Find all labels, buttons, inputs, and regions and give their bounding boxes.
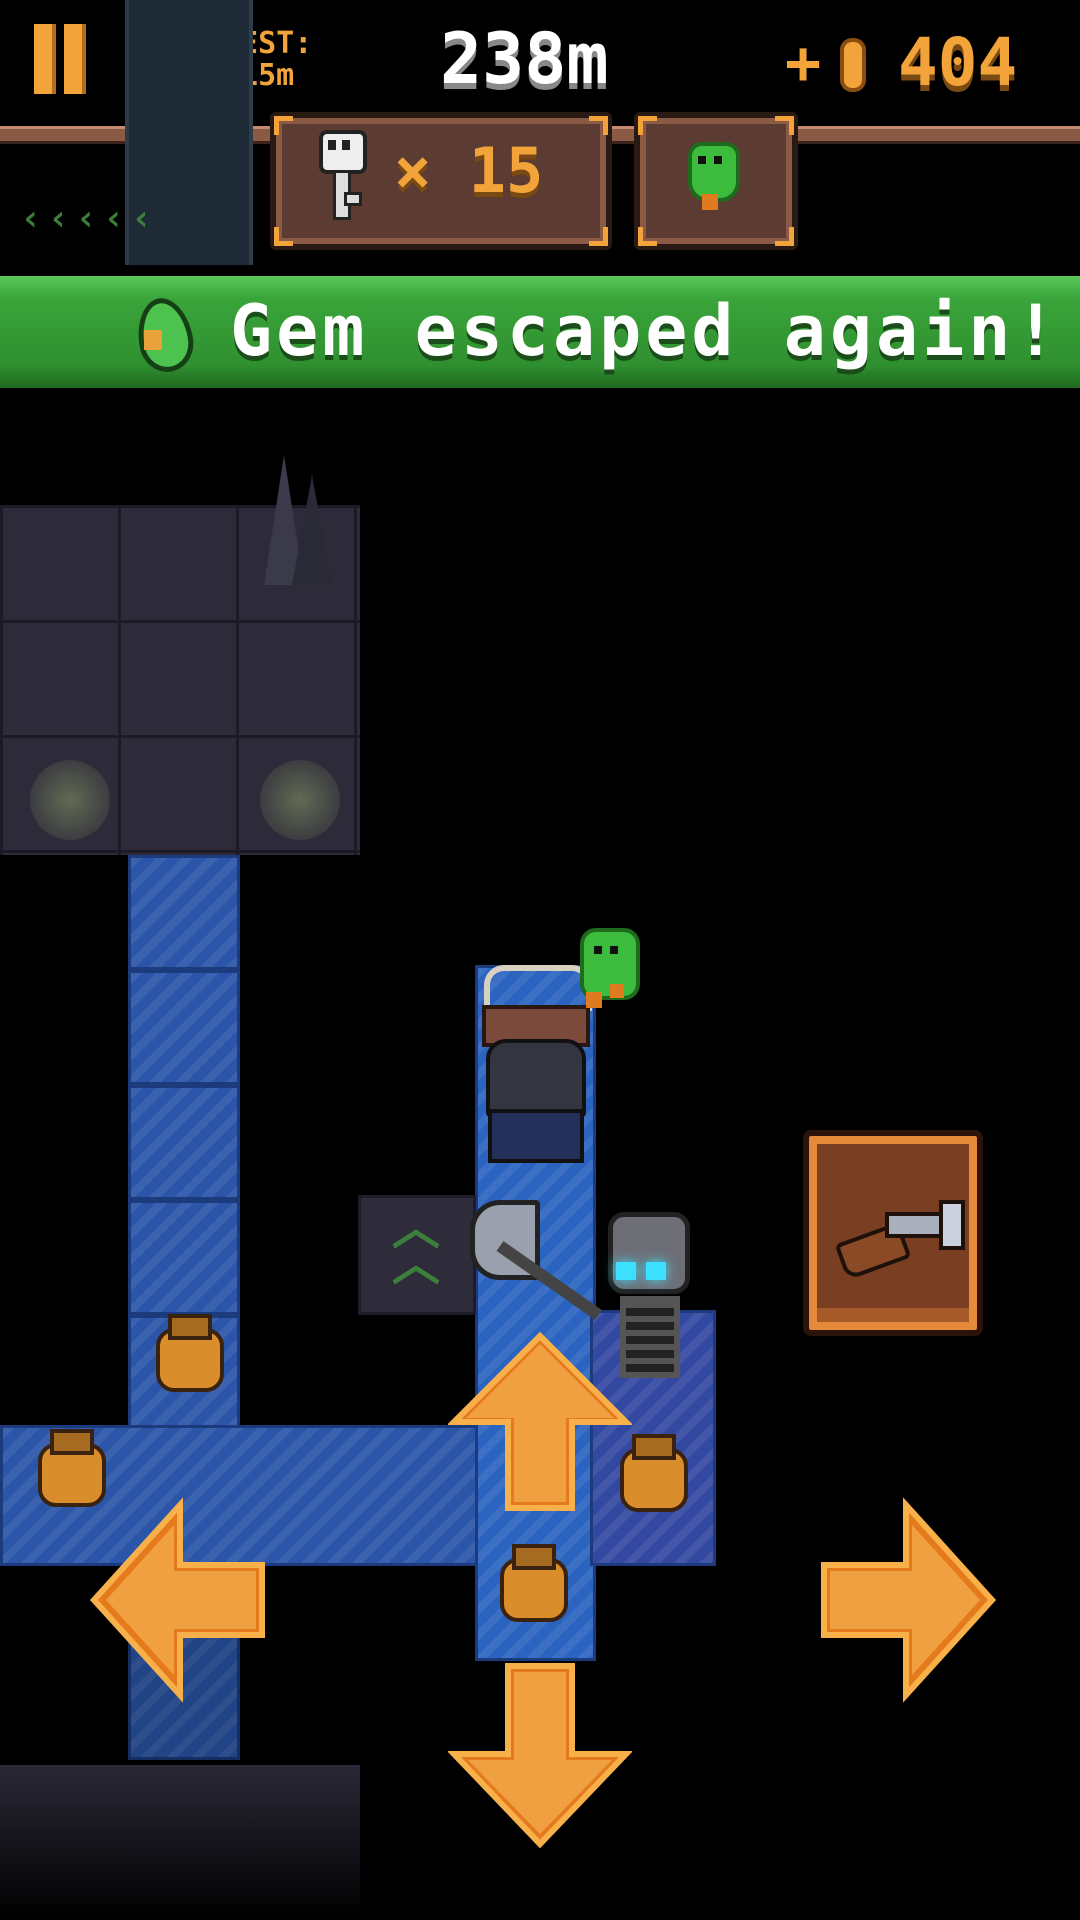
clay-pot	[490, 1540, 570, 1622]
clay-pot	[28, 1425, 108, 1507]
banner-text: Gem escaped again!	[230, 290, 1061, 372]
water-tile	[128, 970, 240, 1085]
skull-key-icon	[314, 130, 367, 220]
pause-icon	[30, 20, 90, 100]
move-up-button[interactable]	[446, 1330, 634, 1514]
key-counter-panel: × 15	[270, 112, 612, 250]
blunderbuss-icon	[834, 1196, 965, 1281]
key-multiplier: × 15	[394, 134, 544, 207]
arrow-right-icon	[821, 1497, 997, 1703]
clay-pot	[146, 1310, 226, 1392]
gem-creature-icon	[680, 132, 740, 216]
coins-prefix: +	[785, 28, 822, 98]
arrow-down-icon	[446, 1663, 634, 1849]
notification-banner: Gem escaped again!	[0, 276, 1080, 388]
water-tile	[128, 1200, 240, 1315]
distance-counter: 238m	[440, 18, 609, 100]
chevron-up-icon: ︿ ︿	[392, 1200, 441, 1292]
move-right-button[interactable]	[818, 1495, 998, 1705]
bottom-stone	[0, 1765, 360, 1920]
rope-right	[786, 126, 1080, 144]
water-tile	[128, 1085, 240, 1200]
axe-weapon	[470, 1200, 602, 1320]
coin-count: 404	[898, 24, 1018, 101]
arrow-up-icon	[446, 1331, 634, 1511]
escaped-gem-creature	[572, 918, 642, 1014]
direction-chevrons: ‹‹‹‹‹	[20, 198, 159, 239]
move-left-button[interactable]	[88, 1495, 268, 1705]
water-tile	[128, 855, 240, 970]
gem-target-panel	[634, 112, 798, 250]
gem-leaf-icon	[131, 290, 199, 377]
spike-trap	[252, 455, 352, 595]
coin-icon	[840, 38, 866, 92]
arrow-left-icon	[89, 1497, 265, 1703]
weapon-item-button[interactable]	[803, 1130, 983, 1336]
pause-button[interactable]	[30, 20, 90, 100]
move-down-button[interactable]	[446, 1660, 634, 1850]
